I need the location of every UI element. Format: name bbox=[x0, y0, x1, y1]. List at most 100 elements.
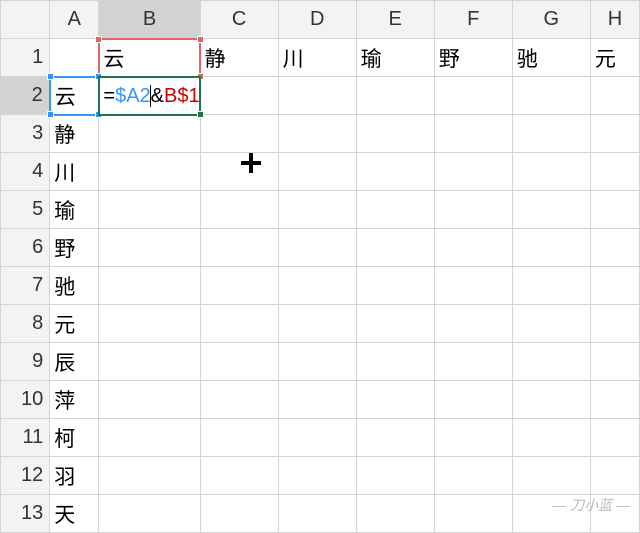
cell[interactable] bbox=[200, 381, 278, 419]
cell[interactable] bbox=[356, 229, 434, 267]
cell-A13[interactable]: 天 bbox=[50, 495, 99, 533]
select-all-corner[interactable] bbox=[1, 1, 50, 39]
cell[interactable] bbox=[99, 381, 200, 419]
cell[interactable] bbox=[512, 419, 590, 457]
cell-E1[interactable]: 瑜 bbox=[356, 39, 434, 77]
cell[interactable] bbox=[356, 343, 434, 381]
cell[interactable] bbox=[590, 229, 639, 267]
cell-A5[interactable]: 瑜 bbox=[50, 191, 99, 229]
cell[interactable] bbox=[512, 381, 590, 419]
cell[interactable] bbox=[278, 305, 356, 343]
cell-A6[interactable]: 野 bbox=[50, 229, 99, 267]
row-header-11[interactable]: 11 bbox=[1, 419, 50, 457]
cell[interactable] bbox=[434, 191, 512, 229]
cell[interactable] bbox=[200, 305, 278, 343]
cell-C1[interactable]: 静 bbox=[200, 39, 278, 77]
cell[interactable] bbox=[278, 115, 356, 153]
cell[interactable] bbox=[278, 191, 356, 229]
row-header-12[interactable]: 12 bbox=[1, 457, 50, 495]
col-header-D[interactable]: D bbox=[278, 1, 356, 39]
cell[interactable] bbox=[356, 419, 434, 457]
cell-G1[interactable]: 驰 bbox=[512, 39, 590, 77]
cell[interactable] bbox=[99, 457, 200, 495]
cell-F1[interactable]: 野 bbox=[434, 39, 512, 77]
fill-handle[interactable] bbox=[197, 111, 204, 118]
col-header-C[interactable]: C bbox=[200, 1, 278, 39]
cell[interactable] bbox=[356, 457, 434, 495]
cell-A3[interactable]: 静 bbox=[50, 115, 99, 153]
row-header-5[interactable]: 5 bbox=[1, 191, 50, 229]
cell[interactable] bbox=[200, 229, 278, 267]
cell[interactable] bbox=[356, 153, 434, 191]
cell-H1[interactable]: 元 bbox=[590, 39, 639, 77]
cell-B1[interactable]: 云 bbox=[99, 39, 200, 77]
cell[interactable] bbox=[356, 381, 434, 419]
cell[interactable] bbox=[99, 419, 200, 457]
cell[interactable] bbox=[278, 457, 356, 495]
cell[interactable] bbox=[590, 495, 639, 533]
cell[interactable] bbox=[278, 381, 356, 419]
cell[interactable] bbox=[590, 419, 639, 457]
cell[interactable] bbox=[99, 191, 200, 229]
cell[interactable] bbox=[99, 115, 200, 153]
row-header-8[interactable]: 8 bbox=[1, 305, 50, 343]
cell[interactable] bbox=[434, 115, 512, 153]
cell[interactable] bbox=[200, 419, 278, 457]
cell[interactable] bbox=[434, 495, 512, 533]
cell[interactable] bbox=[590, 343, 639, 381]
cell[interactable] bbox=[356, 305, 434, 343]
col-header-B[interactable]: B bbox=[99, 1, 200, 39]
cell[interactable] bbox=[278, 229, 356, 267]
cell[interactable] bbox=[278, 343, 356, 381]
cell[interactable] bbox=[434, 457, 512, 495]
cell[interactable] bbox=[99, 153, 200, 191]
cell-A7[interactable]: 驰 bbox=[50, 267, 99, 305]
cell[interactable] bbox=[512, 343, 590, 381]
cell-C2[interactable] bbox=[200, 77, 278, 115]
col-header-G[interactable]: G bbox=[512, 1, 590, 39]
cell[interactable] bbox=[200, 457, 278, 495]
cell-D1[interactable]: 川 bbox=[278, 39, 356, 77]
cell[interactable] bbox=[99, 305, 200, 343]
cell-E2[interactable] bbox=[356, 77, 434, 115]
cell[interactable] bbox=[278, 419, 356, 457]
row-header-2[interactable]: 2 bbox=[1, 77, 50, 115]
row-header-10[interactable]: 10 bbox=[1, 381, 50, 419]
cell[interactable] bbox=[200, 343, 278, 381]
cell-A1[interactable] bbox=[50, 39, 99, 77]
cell[interactable] bbox=[512, 115, 590, 153]
cell[interactable] bbox=[278, 153, 356, 191]
cell-A12[interactable]: 羽 bbox=[50, 457, 99, 495]
row-header-4[interactable]: 4 bbox=[1, 153, 50, 191]
cell[interactable] bbox=[590, 305, 639, 343]
cell[interactable] bbox=[434, 267, 512, 305]
cell-H2[interactable] bbox=[590, 77, 639, 115]
cell[interactable] bbox=[512, 191, 590, 229]
cell-A11[interactable]: 柯 bbox=[50, 419, 99, 457]
col-header-H[interactable]: H bbox=[590, 1, 639, 39]
cell[interactable] bbox=[434, 343, 512, 381]
cell[interactable] bbox=[278, 495, 356, 533]
cell[interactable] bbox=[590, 267, 639, 305]
cell[interactable] bbox=[512, 305, 590, 343]
row-header-13[interactable]: 13 bbox=[1, 495, 50, 533]
cell[interactable] bbox=[512, 229, 590, 267]
cell[interactable] bbox=[434, 153, 512, 191]
row-header-9[interactable]: 9 bbox=[1, 343, 50, 381]
cell[interactable] bbox=[99, 343, 200, 381]
col-header-E[interactable]: E bbox=[356, 1, 434, 39]
cell[interactable] bbox=[512, 457, 590, 495]
cell-A8[interactable]: 元 bbox=[50, 305, 99, 343]
cell-A2[interactable]: 云 bbox=[50, 77, 99, 115]
row-header-7[interactable]: 7 bbox=[1, 267, 50, 305]
cell-A9[interactable]: 辰 bbox=[50, 343, 99, 381]
cell-A10[interactable]: 萍 bbox=[50, 381, 99, 419]
cell[interactable] bbox=[99, 267, 200, 305]
row-header-3[interactable]: 3 bbox=[1, 115, 50, 153]
cell[interactable] bbox=[590, 153, 639, 191]
cell[interactable] bbox=[590, 115, 639, 153]
cell[interactable] bbox=[434, 305, 512, 343]
spreadsheet-grid[interactable]: A B C D E F G H 1 云 静 川 瑜 野 驰 元 2 云 bbox=[0, 0, 640, 533]
cell[interactable] bbox=[512, 495, 590, 533]
col-header-F[interactable]: F bbox=[434, 1, 512, 39]
